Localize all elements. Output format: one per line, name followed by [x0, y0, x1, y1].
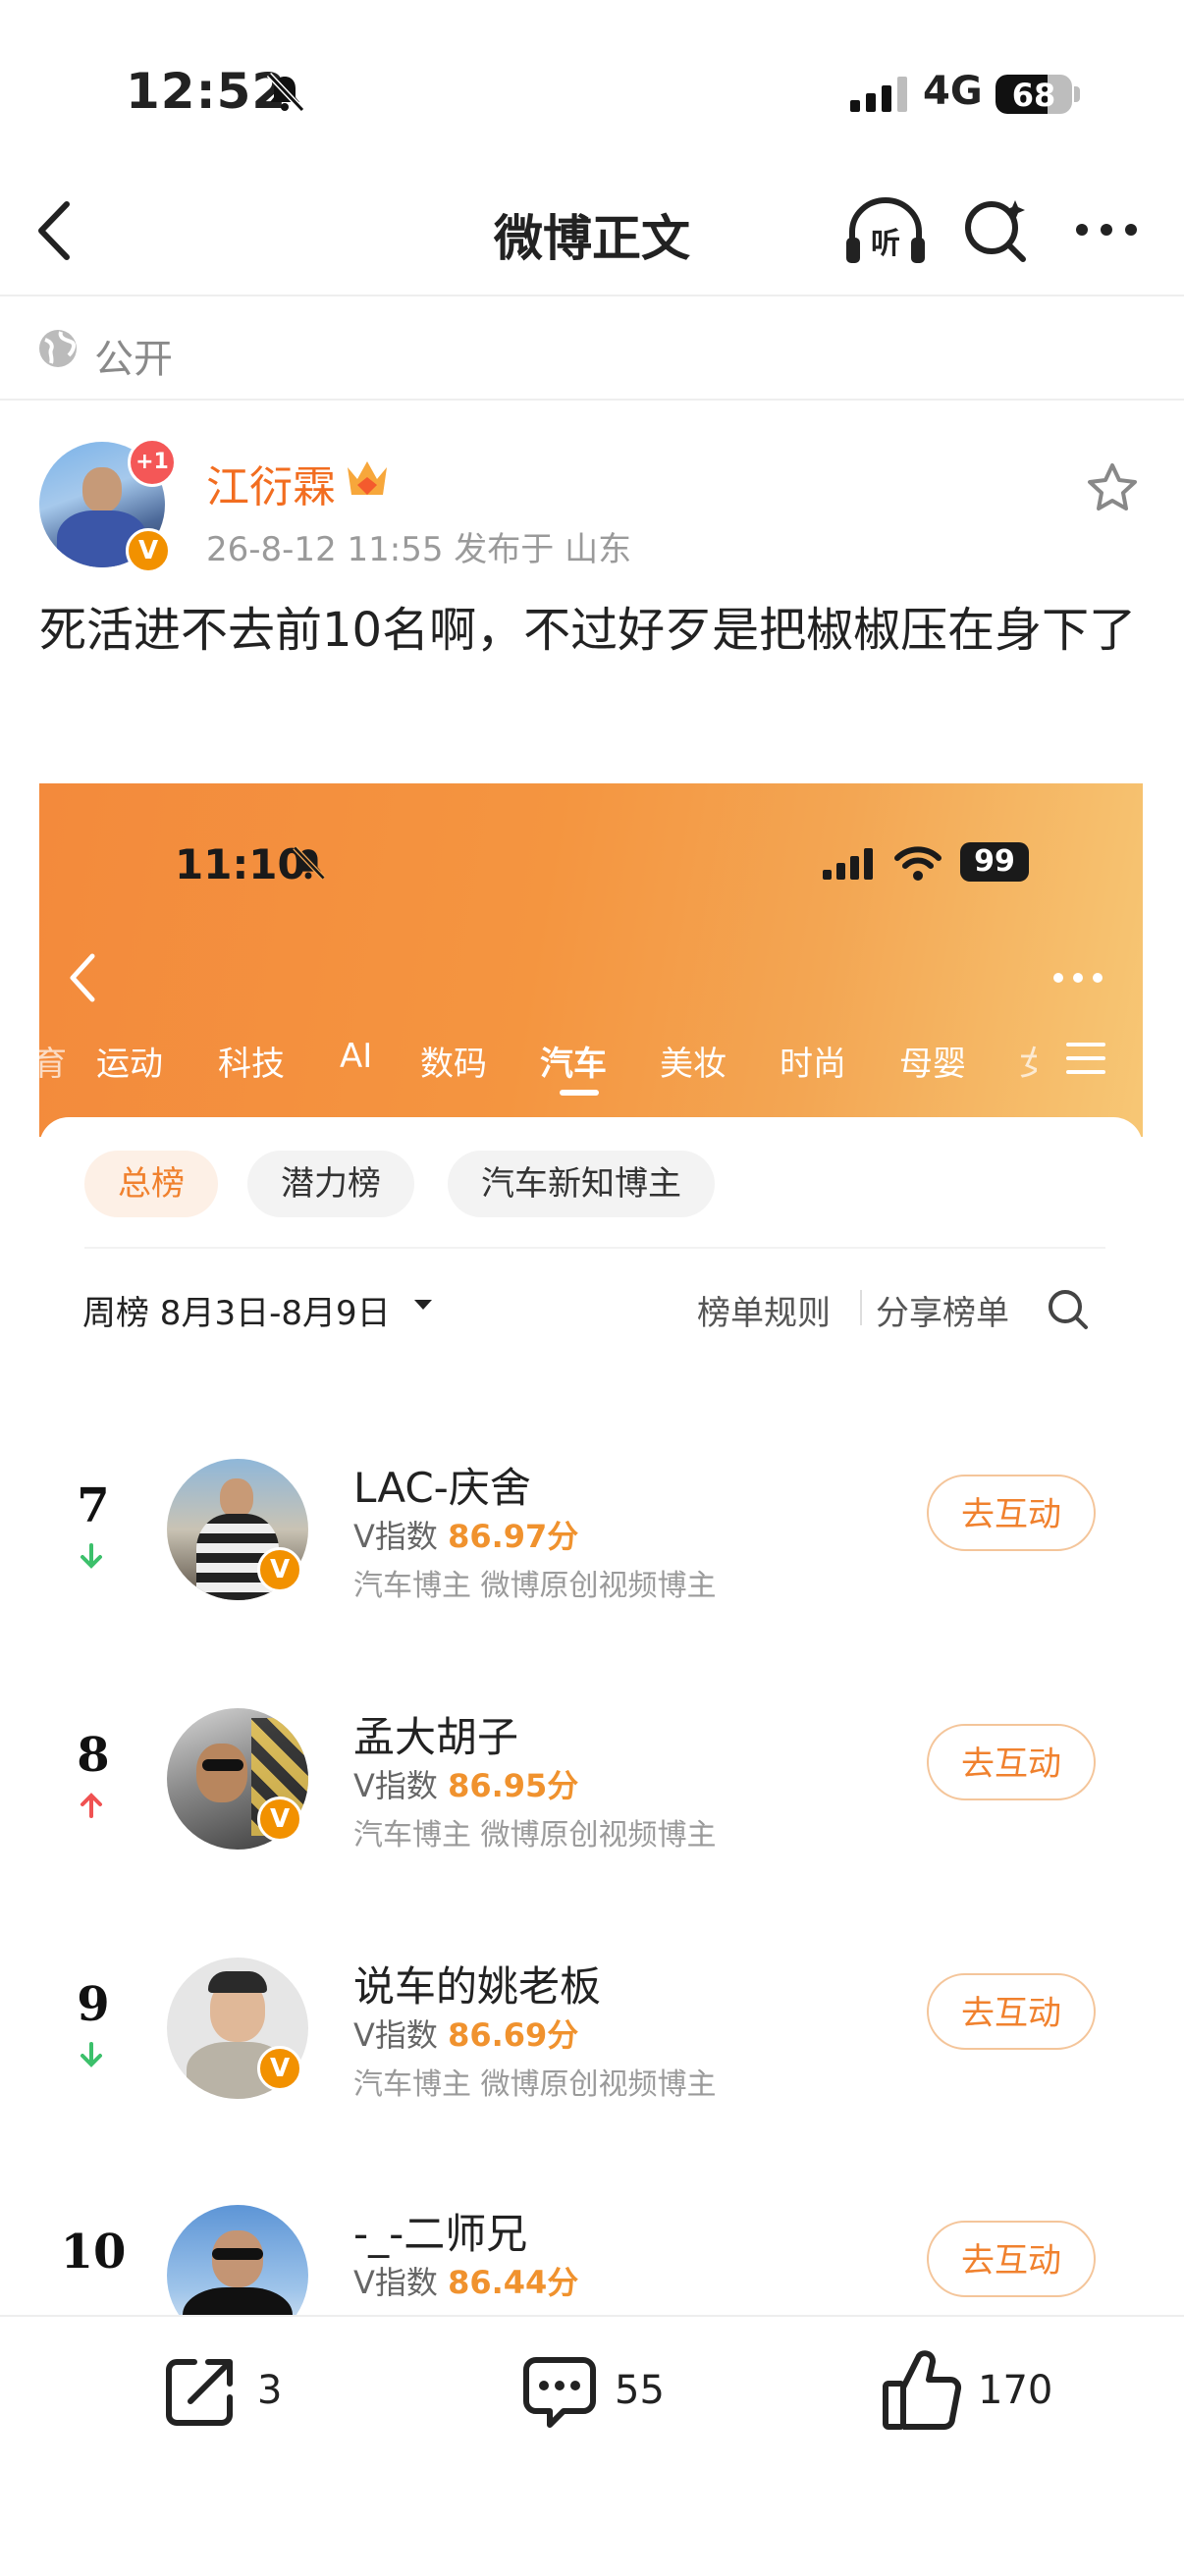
- image-wifi-icon: [894, 846, 942, 881]
- interact-button: 去互动: [927, 2221, 1096, 2297]
- image-back-arrow-icon: [70, 953, 95, 1002]
- rank-number: 7: [77, 1478, 110, 1533]
- blogger-tags: 汽车博主 微博原创视频博主: [353, 1569, 717, 1603]
- network-type: 4G: [923, 69, 983, 114]
- battery-level: 68: [1011, 77, 1056, 114]
- interact-button: 去互动: [927, 1475, 1096, 1551]
- v-index-label: V指数: [353, 2264, 438, 2301]
- post-text: 死活进不去前10名啊，不过好歹是把椒椒压在身下了: [39, 603, 1137, 658]
- v-index-value: 86.44分: [448, 2264, 579, 2301]
- like-thumbs-up-icon[interactable]: [882, 2348, 962, 2431]
- post-meta: 26-8-12 11:55 发布于 山东: [206, 530, 632, 569]
- v-index: V指数 86.69分: [353, 2011, 578, 2056]
- category-tab-partial: 育: [39, 1045, 67, 1084]
- blogger-name: 说车的姚老板: [353, 1962, 602, 2011]
- image-more-icon: [1053, 973, 1103, 983]
- category-menu-icon: [1066, 1043, 1105, 1074]
- category-tab: 美妆: [660, 1045, 727, 1084]
- category-tab: AI: [340, 1037, 373, 1076]
- ranking-row: 8 V 孟大胡子 V指数 86.95分 汽车博主 微博原创视频博主 去互动: [39, 1689, 1143, 1885]
- active-tab-indicator: [560, 1090, 599, 1096]
- verified-badge-icon: V: [257, 1797, 302, 1842]
- rules-link: 榜单规则: [697, 1294, 831, 1333]
- blogger-avatar: [167, 2205, 308, 2315]
- blogger-name: LAC-庆舍: [353, 1464, 531, 1512]
- notification-badge: +1: [128, 438, 177, 487]
- globe-icon: [39, 330, 77, 367]
- battery-tip: [1074, 86, 1080, 102]
- verified-badge-icon: V: [126, 528, 171, 573]
- nav-divider: [0, 295, 1184, 296]
- author-name[interactable]: 江衍霖: [206, 452, 336, 514]
- category-tab-active: 汽车: [540, 1045, 607, 1084]
- chip-new-blogger: 汽车新知博主: [448, 1151, 715, 1217]
- blogger-tags: 汽车博主 微博原创视频博主: [353, 2067, 717, 2102]
- v-index-value: 86.97分: [448, 1518, 579, 1555]
- trend-down-icon: [81, 1543, 102, 1569]
- trend-up-icon: [81, 1793, 102, 1818]
- verified-badge-icon: V: [257, 2046, 302, 2091]
- v-index-label: V指数: [353, 2016, 438, 2054]
- rank-number: 9: [77, 1977, 110, 2032]
- v-index: V指数 86.44分: [353, 2258, 578, 2303]
- comment-count: 55: [615, 2368, 665, 2413]
- chip-potential: 潜力榜: [247, 1151, 414, 1217]
- listen-headphones-icon[interactable]: 听: [844, 192, 927, 269]
- share-count: 3: [257, 2368, 283, 2413]
- favorite-star-icon[interactable]: [1086, 461, 1139, 512]
- blogger-name: -_-二师兄: [353, 2210, 528, 2258]
- image-bell-muted-icon: [293, 845, 326, 881]
- share-ranking-link: 分享榜单: [876, 1294, 1009, 1333]
- cellular-signal-icon: [850, 77, 907, 112]
- more-options-icon[interactable]: [1074, 220, 1139, 240]
- repost-share-icon[interactable]: [161, 2352, 240, 2431]
- section-divider: [0, 399, 1184, 401]
- rank-number: 8: [77, 1728, 110, 1783]
- blogger-name: 孟大胡子: [353, 1713, 519, 1761]
- interact-button: 去互动: [927, 1724, 1096, 1800]
- chip-overall: 总榜: [84, 1151, 218, 1217]
- ranking-row: 7 V LAC-庆舍 V指数 86.97分 汽车博主 微博原创视频博主 去互动: [39, 1439, 1143, 1636]
- svg-text:听: 听: [871, 227, 900, 261]
- v-index-label: V指数: [353, 1518, 438, 1555]
- bell-muted-icon: [266, 72, 305, 113]
- v-index: V指数 86.97分: [353, 1512, 578, 1557]
- image-status-time: 11:10: [175, 840, 306, 888]
- link-divider: [860, 1290, 862, 1325]
- v-index-value: 86.69分: [448, 2016, 579, 2054]
- post-image[interactable]: 11:10 99 育 运动 科技 AI 数码 汽车 美妆 时尚 母婴 女 总榜 …: [39, 783, 1143, 2315]
- trend-down-icon: [81, 2042, 102, 2067]
- category-tab: 母婴: [899, 1045, 966, 1084]
- visibility-label: 公开: [94, 337, 173, 382]
- category-tab: 时尚: [780, 1045, 846, 1084]
- rank-number: 10: [60, 2225, 127, 2280]
- battery-icon: 68: [996, 75, 1072, 114]
- image-signal-icon: [823, 848, 873, 880]
- search-icon[interactable]: [962, 196, 1031, 265]
- v-index: V指数 86.95分: [353, 1761, 578, 1806]
- interact-button: 去互动: [927, 1973, 1096, 2050]
- like-count: 170: [978, 2368, 1053, 2413]
- v-index-label: V指数: [353, 1767, 438, 1804]
- verified-badge-icon: V: [257, 1547, 302, 1592]
- category-tab-partial: 女: [1019, 1045, 1037, 1084]
- comment-icon[interactable]: [520, 2352, 599, 2431]
- ranking-row: 10 -_-二师兄 V指数 86.44分 去互动: [39, 2185, 1143, 2315]
- category-tab: 科技: [218, 1045, 285, 1084]
- member-crown-icon: [348, 461, 387, 495]
- chip-divider: [84, 1247, 1105, 1249]
- ranking-row: 9 V 说车的姚老板 V指数 86.69分 汽车博主 微博原创视频博主 去互动: [39, 1938, 1143, 2134]
- category-tab: 数码: [420, 1045, 487, 1084]
- ranking-search-icon: [1049, 1290, 1088, 1329]
- category-tab: 运动: [96, 1045, 163, 1084]
- week-selector: 周榜 8月3日-8月9日: [82, 1294, 391, 1333]
- image-battery-icon: 99: [960, 842, 1029, 882]
- v-index-value: 86.95分: [448, 1767, 579, 1804]
- dropdown-caret-icon: [414, 1300, 432, 1310]
- blogger-tags: 汽车博主 微博原创视频博主: [353, 1818, 717, 1852]
